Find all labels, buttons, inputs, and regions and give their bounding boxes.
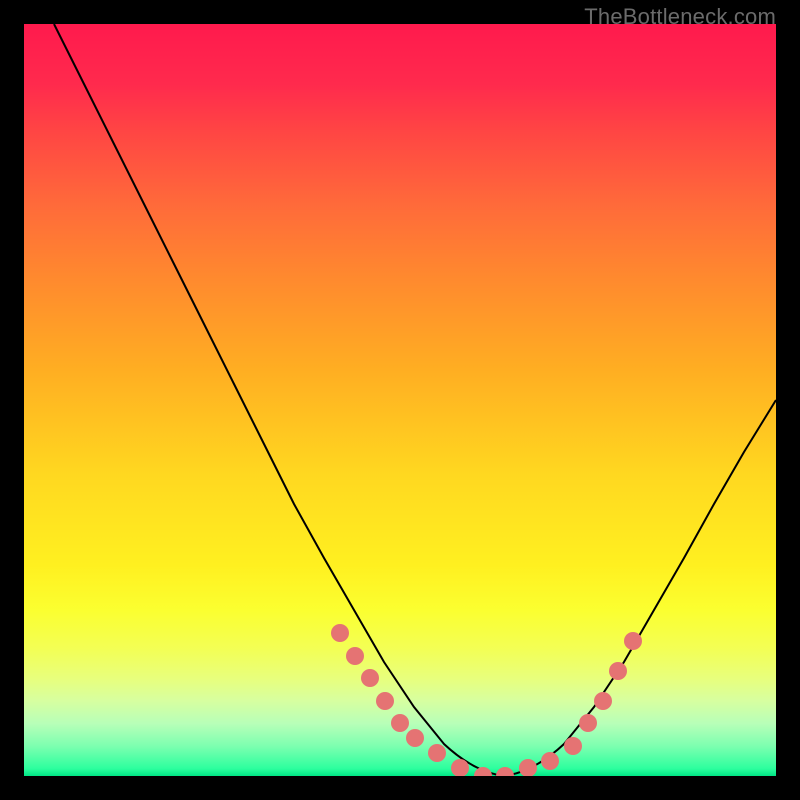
data-marker <box>609 662 627 680</box>
watermark-text: TheBottleneck.com <box>584 4 776 30</box>
data-marker <box>579 714 597 732</box>
data-marker <box>361 669 379 687</box>
data-marker <box>496 767 514 776</box>
data-marker <box>624 632 642 650</box>
data-marker <box>331 624 349 642</box>
data-marker <box>406 729 424 747</box>
data-marker <box>346 647 364 665</box>
data-marker <box>376 692 394 710</box>
marker-group <box>331 624 642 776</box>
chart-frame: TheBottleneck.com <box>0 0 800 800</box>
data-marker <box>391 714 409 732</box>
data-marker <box>594 692 612 710</box>
bottleneck-curve <box>54 24 776 776</box>
data-marker <box>541 752 559 770</box>
data-marker <box>428 744 446 762</box>
data-marker <box>519 759 537 776</box>
chart-svg <box>24 24 776 776</box>
data-marker <box>564 737 582 755</box>
